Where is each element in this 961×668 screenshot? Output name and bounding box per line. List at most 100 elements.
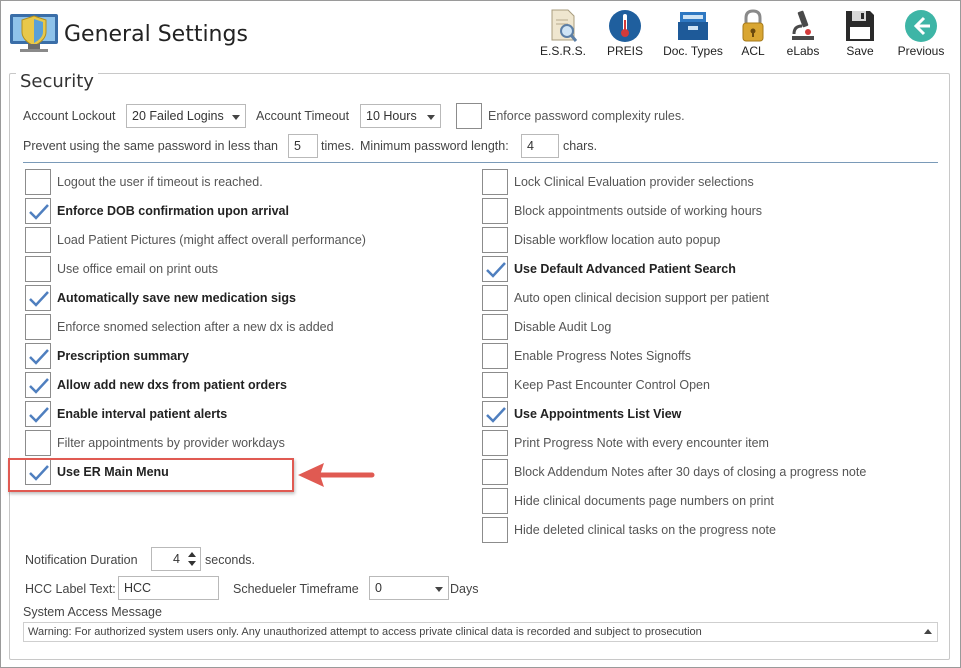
account-timeout-select[interactable]: 10 Hours xyxy=(360,104,441,128)
option-checkbox-row[interactable]: Prescription summary xyxy=(25,343,465,369)
esrs-button[interactable]: E.S.R.S. xyxy=(533,6,593,64)
option-checkbox-row[interactable]: Filter appointments by provider workdays xyxy=(25,430,465,456)
option-checkbox-row[interactable]: Use Default Advanced Patient Search xyxy=(482,256,922,282)
file-box-icon xyxy=(678,12,708,40)
checkbox-box[interactable] xyxy=(25,430,51,456)
option-checkbox-row[interactable]: Logout the user if timeout is reached. xyxy=(25,169,465,195)
option-checkbox-row[interactable]: Lock Clinical Evaluation provider select… xyxy=(482,169,922,195)
option-checkbox-row[interactable]: Enforce DOB confirmation upon arrival xyxy=(25,198,465,224)
checkbox-box[interactable] xyxy=(482,343,508,369)
checkbox-box[interactable] xyxy=(482,430,508,456)
checkbox-label: Enable interval patient alerts xyxy=(57,407,228,421)
checkmark-icon xyxy=(29,407,49,423)
microscope-icon xyxy=(792,10,814,40)
option-checkbox-row[interactable]: Keep Past Encounter Control Open xyxy=(482,372,922,398)
checkbox-box[interactable] xyxy=(482,198,508,224)
account-lockout-select[interactable]: 20 Failed Logins xyxy=(126,104,246,128)
checkbox-box[interactable] xyxy=(25,372,51,398)
option-checkbox-row[interactable]: Block Addendum Notes after 30 days of cl… xyxy=(482,459,922,485)
checkbox-box[interactable] xyxy=(482,488,508,514)
checkbox-label: Prescription summary xyxy=(57,349,189,363)
notification-duration-label: Notification Duration xyxy=(25,553,138,567)
thermometer-icon xyxy=(609,10,641,42)
stepper-up-icon[interactable] xyxy=(188,552,196,557)
scroll-up-icon[interactable] xyxy=(924,629,932,634)
notification-duration-stepper[interactable]: 4 xyxy=(151,547,201,571)
account-timeout-value: 10 Hours xyxy=(366,109,417,123)
min-length-input[interactable]: 4 xyxy=(521,134,559,158)
checkbox-box[interactable] xyxy=(456,103,482,129)
checkbox-box[interactable] xyxy=(482,169,508,195)
checkbox-box[interactable] xyxy=(482,517,508,543)
chevron-down-icon xyxy=(232,115,240,120)
checkbox-label: Print Progress Note with every encounter… xyxy=(514,436,769,450)
checkbox-box[interactable] xyxy=(482,227,508,253)
scheduler-timeframe-label: Schedueler Timeframe xyxy=(233,582,359,596)
checkbox-box[interactable] xyxy=(25,343,51,369)
checkbox-label: Load Patient Pictures (might affect over… xyxy=(57,233,366,247)
system-access-message-text: Warning: For authorized system users onl… xyxy=(28,626,702,638)
checkbox-box[interactable] xyxy=(25,285,51,311)
option-checkbox-row[interactable]: Disable Audit Log xyxy=(482,314,922,340)
seconds-label: seconds. xyxy=(205,553,256,567)
checkbox-box[interactable] xyxy=(25,314,51,340)
hcc-label: HCC Label Text: xyxy=(25,582,116,596)
system-access-message-input[interactable]: Warning: For authorized system users onl… xyxy=(23,622,938,642)
option-checkbox-row[interactable]: Use Appointments List View xyxy=(482,401,922,427)
checkbox-box[interactable] xyxy=(482,401,508,427)
option-checkbox-row[interactable]: Hide clinical documents page numbers on … xyxy=(482,488,922,514)
times-label: times. xyxy=(321,139,355,153)
save-button[interactable]: Save xyxy=(830,6,890,64)
checkbox-label: Enforce snomed selection after a new dx … xyxy=(57,320,334,334)
previous-button[interactable]: Previous xyxy=(891,6,951,64)
min-length-label: Minimum password length: xyxy=(360,139,509,153)
prevent-reuse-input[interactable]: 5 xyxy=(288,134,318,158)
option-checkbox-row[interactable]: Allow add new dxs from patient orders xyxy=(25,372,465,398)
checkmark-icon xyxy=(29,291,49,307)
option-checkbox-row[interactable]: Automatically save new medication sigs xyxy=(25,285,465,311)
option-checkbox-row[interactable]: Load Patient Pictures (might affect over… xyxy=(25,227,465,253)
hcc-input[interactable]: HCC xyxy=(118,576,219,600)
stepper-down-icon[interactable] xyxy=(188,561,196,566)
checkbox-box[interactable] xyxy=(482,372,508,398)
checkbox-box[interactable] xyxy=(482,285,508,311)
checkbox-label: Use office email on print outs xyxy=(57,262,218,276)
elabs-button[interactable]: eLabs xyxy=(773,6,833,64)
option-checkbox-row[interactable]: Disable workflow location auto popup xyxy=(482,227,922,253)
scheduler-timeframe-select[interactable]: 0 xyxy=(369,576,449,600)
checkbox-box[interactable] xyxy=(482,314,508,340)
report-search-icon xyxy=(551,9,578,42)
option-checkbox-row[interactable]: Enable interval patient alerts xyxy=(25,401,465,427)
option-checkbox-row[interactable]: Enforce snomed selection after a new dx … xyxy=(25,314,465,340)
checkbox-box[interactable] xyxy=(25,256,51,282)
doc-types-button[interactable]: Doc. Types xyxy=(663,6,723,64)
checkbox-box[interactable] xyxy=(25,401,51,427)
checkbox-label: Automatically save new medication sigs xyxy=(57,291,296,305)
option-checkbox-row[interactable]: Hide deleted clinical tasks on the progr… xyxy=(482,517,922,543)
checkbox-label: Block Addendum Notes after 30 days of cl… xyxy=(514,465,867,479)
option-checkbox-row[interactable]: Use office email on print outs xyxy=(25,256,465,282)
checkmark-icon xyxy=(29,378,49,394)
days-label: Days xyxy=(450,582,479,596)
checkbox-box[interactable] xyxy=(25,169,51,195)
separator xyxy=(23,162,938,163)
checkbox-box[interactable] xyxy=(482,459,508,485)
checkbox-box[interactable] xyxy=(482,256,508,282)
checkmark-icon xyxy=(486,262,506,278)
option-checkbox-row[interactable]: Auto open clinical decision support per … xyxy=(482,285,922,311)
checkmark-icon xyxy=(29,204,49,220)
checkbox-box[interactable] xyxy=(25,227,51,253)
checkbox-label: Disable workflow location auto popup xyxy=(514,233,721,247)
preis-button[interactable]: PREIS xyxy=(595,6,655,64)
padlock-icon xyxy=(742,9,764,42)
checkmark-icon xyxy=(29,349,49,365)
scheduler-timeframe-value: 0 xyxy=(375,581,382,595)
option-checkbox-row[interactable]: Block appointments outside of working ho… xyxy=(482,198,922,224)
option-checkbox-row[interactable]: Enable Progress Notes Signoffs xyxy=(482,343,922,369)
checkbox-label: Enforce DOB confirmation upon arrival xyxy=(57,204,289,218)
option-checkbox-row[interactable]: Print Progress Note with every encounter… xyxy=(482,430,922,456)
annotation-arrow-icon xyxy=(298,463,375,487)
checkbox-box[interactable] xyxy=(25,198,51,224)
checkmark-icon xyxy=(486,407,506,423)
enforce-complexity-checkbox[interactable]: Enforce password complexity rules. xyxy=(456,103,716,129)
